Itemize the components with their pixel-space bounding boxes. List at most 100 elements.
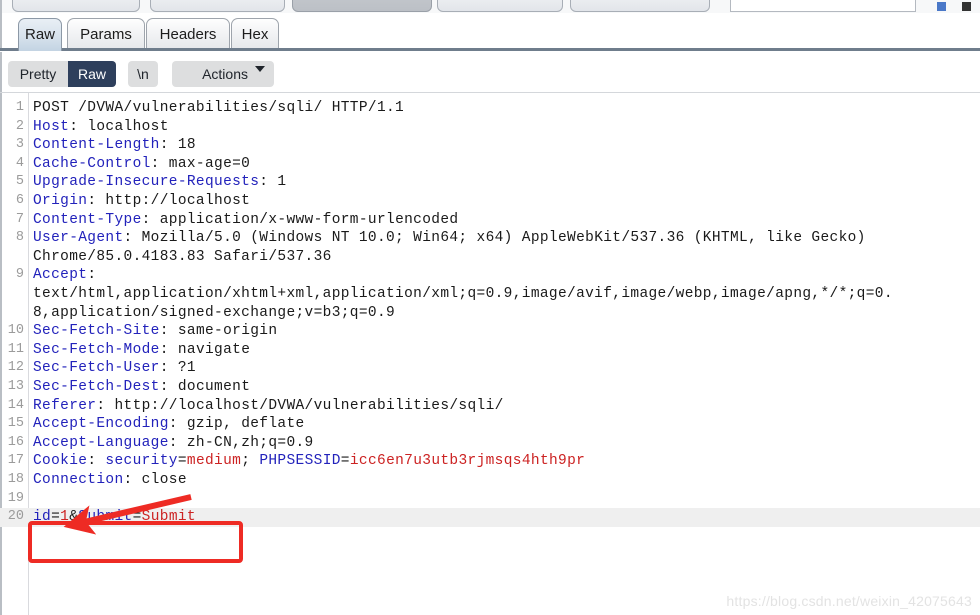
line-content[interactable]: Content-Length: 18 <box>33 136 196 155</box>
newline-toggle-button[interactable]: \n <box>128 61 158 87</box>
line-content[interactable]: Accept-Language: zh-CN,zh;q=0.9 <box>33 434 314 453</box>
code-token: : close <box>123 472 187 488</box>
code-token: : same-origin <box>159 323 278 340</box>
code-token: : application/x-www-form-urlencoded <box>141 211 459 228</box>
line-content[interactable]: Cookie: security=medium; PHPSESSID=icc6e… <box>33 452 585 471</box>
code-token: PHPSESSID <box>259 453 341 470</box>
table-row: 10 Sec-Fetch-Site: same-origin <box>0 322 980 341</box>
code-token: 1 <box>60 509 70 526</box>
code-token: Sec-Fetch-Site <box>33 323 160 340</box>
line-number: 13 <box>7 379 24 394</box>
settings-icon[interactable] <box>962 2 971 11</box>
code-token: Submit <box>78 509 133 526</box>
table-row: 14 Referer: http://localhost/DVWA/vulnera… <box>0 397 980 416</box>
code-token: Connection <box>33 472 124 488</box>
line-content[interactable]: Accept: <box>33 266 96 285</box>
line-content[interactable]: POST /DVWA/vulnerabilities/sqli/ HTTP/1.… <box>33 99 404 118</box>
table-row: 8 User-Agent: Mozilla/5.0 (Windows NT 10.… <box>0 229 980 248</box>
table-row: 9 Accept: <box>0 266 980 285</box>
code-token: security <box>105 453 178 470</box>
line-content[interactable]: Connection: close <box>33 471 187 490</box>
line-number: 4 <box>15 155 24 171</box>
line-content[interactable]: Sec-Fetch-Mode: navigate <box>33 341 250 360</box>
upper-tab-1[interactable] <box>12 0 140 12</box>
line-content[interactable]: User-Agent: Mozilla/5.0 (Windows NT 10.0… <box>33 229 866 248</box>
line-content[interactable]: Cache-Control: max-age=0 <box>33 155 250 174</box>
code-token: : http://localhost <box>87 193 251 209</box>
upper-tab-2[interactable] <box>150 0 285 12</box>
code-token: : document <box>159 379 251 395</box>
toolbar-left-rail <box>0 52 2 92</box>
filter-icon[interactable] <box>937 2 946 11</box>
code-token: Cache-Control <box>33 155 151 172</box>
line-number: 20 <box>7 509 24 525</box>
code-token: : localhost <box>69 118 169 135</box>
tab-headers[interactable]: Headers <box>146 18 230 51</box>
line-content[interactable]: 8,application/signed-exchange;v=b3;q=0.9 <box>33 304 395 323</box>
table-row: 16 Accept-Language: zh-CN,zh;q=0.9 <box>0 434 980 453</box>
code-token: Sec-Fetch-Dest <box>33 379 160 395</box>
code-token: Host <box>33 118 70 135</box>
upper-tab-strip <box>0 0 980 14</box>
code-token: : http://localhost/DVWA/vulnerabilities/… <box>96 397 504 414</box>
panel-left-rail <box>0 13 2 51</box>
code-token: : Mozilla/5.0 (Windows NT 10.0; Win64; x… <box>123 230 866 247</box>
line-number: 14 <box>7 397 24 413</box>
code-token: Content-Type <box>33 211 142 228</box>
code-token: Upgrade-Insecure-Requests <box>33 174 260 191</box>
line-number: 19 <box>7 490 24 506</box>
table-row: Chrome/85.0.4183.83 Safari/537.36 <box>0 248 980 267</box>
line-content[interactable]: Sec-Fetch-User: ?1 <box>33 359 196 378</box>
http-request-editor[interactable]: 1 POST /DVWA/vulnerabilities/sqli/ HTTP/1… <box>0 93 980 615</box>
line-content[interactable]: text/html,application/xhtml+xml,applicat… <box>33 285 893 304</box>
line-content[interactable]: Host: localhost <box>33 118 169 137</box>
view-mode-toggle[interactable]: Pretty Raw <box>8 61 116 87</box>
code-token: = <box>132 509 142 526</box>
line-number: 16 <box>7 434 24 450</box>
line-content[interactable]: Sec-Fetch-Dest: document <box>33 378 250 397</box>
line-content[interactable]: Origin: http://localhost <box>33 192 250 211</box>
line-number: 18 <box>7 472 24 487</box>
code-token: ; <box>241 453 260 470</box>
line-content[interactable]: id=1&Submit=Submit <box>33 508 196 527</box>
line-content[interactable]: Accept-Encoding: gzip, deflate <box>33 415 305 434</box>
line-content[interactable]: Chrome/85.0.4183.83 Safari/537.36 <box>33 248 332 267</box>
search-input[interactable] <box>730 0 916 12</box>
table-row: 20 id=1&Submit=Submit <box>0 508 980 527</box>
code-token: = <box>340 453 350 470</box>
tab-raw[interactable]: Raw <box>18 18 62 51</box>
line-number: 17 <box>7 453 24 469</box>
code-token: User-Agent <box>33 230 124 247</box>
actions-button[interactable]: Actions <box>172 61 274 87</box>
code-token: : <box>87 453 106 470</box>
table-row: 3 Content-Length: 18 <box>0 136 980 155</box>
pretty-view-button[interactable]: Pretty <box>8 61 68 87</box>
line-number: 11 <box>7 341 24 357</box>
upper-tab-5[interactable] <box>570 0 710 12</box>
upper-tab-3[interactable] <box>292 0 432 12</box>
code-token: Referer <box>33 397 97 414</box>
line-content[interactable]: Referer: http://localhost/DVWA/vulnerabi… <box>33 397 504 416</box>
line-content[interactable]: Sec-Fetch-Site: same-origin <box>33 322 277 341</box>
tab-params[interactable]: Params <box>67 18 145 51</box>
upper-tab-4[interactable] <box>437 0 563 12</box>
editor-toolbar[interactable]: Pretty Raw \n Actions <box>0 52 980 93</box>
table-row: 5 Upgrade-Insecure-Requests: 1 <box>0 173 980 192</box>
table-row: 19 <box>0 490 980 509</box>
code-token: : 18 <box>159 137 196 154</box>
code-token: : zh-CN,zh;q=0.9 <box>168 434 314 451</box>
table-row: 7 Content-Type: application/x-www-form-ur… <box>0 211 980 230</box>
window-left-rail <box>0 0 2 13</box>
table-row: 2 Host: localhost <box>0 118 980 137</box>
table-row: 8,application/signed-exchange;v=b3;q=0.9 <box>0 304 980 323</box>
message-tab-row[interactable]: Raw Params Headers Hex <box>0 13 980 51</box>
line-content[interactable]: Upgrade-Insecure-Requests: 1 <box>33 173 286 192</box>
line-content[interactable]: Content-Type: application/x-www-form-url… <box>33 211 458 230</box>
code-token: : ?1 <box>159 360 196 377</box>
tab-hex[interactable]: Hex <box>231 18 279 51</box>
line-number: 2 <box>15 118 24 134</box>
table-row: 18 Connection: close <box>0 471 980 490</box>
raw-view-button[interactable]: Raw <box>68 61 116 87</box>
code-token: Sec-Fetch-User <box>33 360 160 377</box>
line-number: 1 <box>15 100 24 115</box>
